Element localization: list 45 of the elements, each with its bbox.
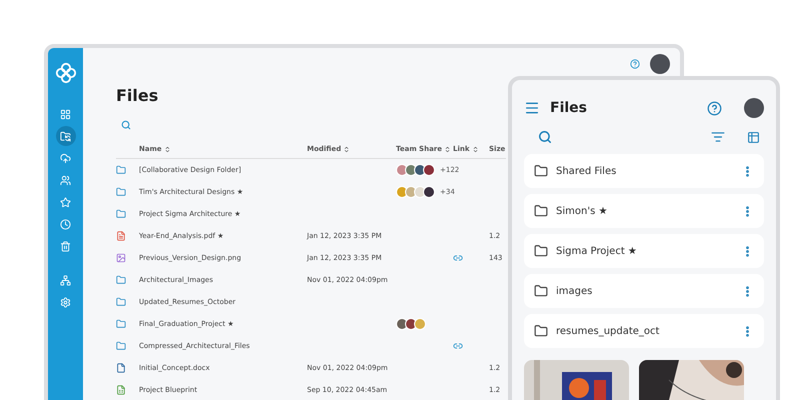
- sort-icon: [343, 146, 350, 152]
- folder-card[interactable]: Shared Files: [524, 154, 764, 188]
- folder-icon: [534, 284, 548, 298]
- avatar[interactable]: [650, 54, 670, 74]
- list-view-icon[interactable]: [747, 130, 760, 144]
- folder-icon: [116, 187, 126, 197]
- search-icon[interactable]: [121, 120, 133, 130]
- folder-icon: [116, 319, 126, 329]
- folder-name: images: [556, 286, 594, 296]
- folder-icon: [534, 244, 548, 258]
- help-icon[interactable]: [707, 100, 722, 116]
- folder-card[interactable]: images: [524, 274, 764, 308]
- image-file-icon: [116, 253, 126, 263]
- avatar[interactable]: [744, 98, 764, 118]
- menu-icon[interactable]: [524, 100, 540, 116]
- folder-card[interactable]: Sigma Project ★: [524, 234, 764, 268]
- folder-icon: [534, 324, 548, 338]
- folder-icon: [116, 165, 126, 175]
- sort-icon: [164, 146, 171, 152]
- logo-icon: [54, 62, 76, 84]
- folder-icon: [116, 297, 126, 307]
- spreadsheet-icon: [116, 385, 126, 395]
- sort-icon: [444, 146, 451, 152]
- link-icon[interactable]: [453, 341, 463, 351]
- folder-name: resumes_update_oct: [556, 326, 660, 336]
- folder-name: Sigma Project ★: [556, 246, 638, 256]
- folder-icon: [116, 209, 126, 219]
- folder-icon: [534, 164, 548, 178]
- folder-card[interactable]: Simon's ★: [524, 194, 764, 228]
- search-icon[interactable]: [538, 130, 552, 144]
- filter-icon[interactable]: [711, 130, 725, 144]
- document-icon: [116, 363, 126, 373]
- folder-card[interactable]: resumes_update_oct: [524, 314, 764, 348]
- folder-name: Shared Files: [556, 166, 618, 176]
- folder-icon: [534, 204, 548, 218]
- help-icon[interactable]: [630, 59, 640, 69]
- page-title: Files: [116, 86, 158, 107]
- folder-name: Simon's ★: [556, 206, 608, 216]
- link-icon[interactable]: [453, 253, 463, 263]
- folder-icon: [116, 275, 126, 285]
- folder-icon: [116, 341, 126, 351]
- pdf-file-icon: [116, 231, 126, 241]
- page-title: Files: [550, 100, 587, 116]
- sort-icon: [472, 146, 478, 152]
- folder-icon[interactable]: [56, 126, 76, 146]
